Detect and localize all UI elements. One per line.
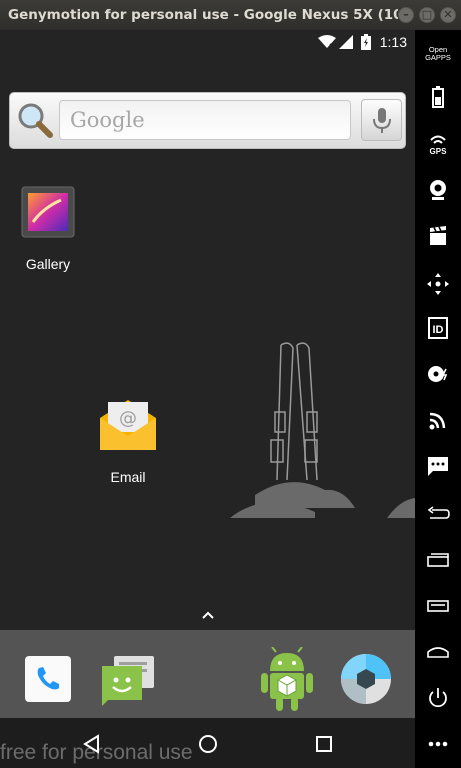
gallery-label: Gallery — [25, 256, 71, 272]
window-title: Genymotion for personal use - Google Nex… — [8, 7, 398, 23]
id-icon: ID — [428, 317, 448, 339]
toolbar-back-button[interactable] — [422, 498, 454, 530]
recents-icon[interactable] — [315, 735, 333, 753]
clock: 1:13 — [379, 34, 407, 50]
camera-shutter-icon — [341, 654, 391, 704]
svg-text:@: @ — [119, 408, 137, 429]
toolbar-home-button[interactable] — [422, 636, 454, 668]
gps-button[interactable]: GPS — [422, 128, 454, 160]
voice-search-button[interactable] — [361, 99, 402, 141]
power-button[interactable] — [422, 682, 454, 714]
dpad-button[interactable] — [422, 268, 454, 300]
more-button[interactable] — [422, 728, 454, 760]
camera-app[interactable] — [340, 653, 392, 705]
home-icon[interactable] — [198, 734, 218, 754]
phone-screen[interactable]: 1:13 Google Gallery @ Email free for per… — [0, 30, 415, 768]
clapper-icon — [430, 226, 446, 245]
android-icon — [261, 646, 313, 711]
signal-icon — [339, 35, 353, 49]
recent-apps-button[interactable] — [422, 544, 454, 576]
gallery-app[interactable] — [21, 186, 75, 240]
opengapps-button[interactable]: Open GAPPS — [422, 38, 454, 70]
search-input[interactable]: Google — [59, 100, 351, 140]
android-app[interactable] — [260, 646, 314, 711]
minimize-button[interactable]: – — [398, 7, 414, 23]
device-id-button[interactable]: ID — [422, 312, 454, 344]
sms-icon — [428, 457, 448, 476]
back-icon — [427, 506, 450, 519]
sms-button[interactable] — [422, 450, 454, 482]
wifi-icon — [318, 35, 336, 49]
id-label: ID — [433, 324, 444, 336]
email-label: Email — [110, 469, 146, 485]
mic-icon — [373, 108, 391, 133]
gps-label: GPS — [430, 147, 448, 156]
cast-icon — [429, 412, 446, 430]
webcam-button[interactable] — [422, 174, 454, 206]
webcam-icon — [430, 180, 446, 200]
window-titlebar: Genymotion for personal use - Google Nex… — [0, 0, 461, 30]
menu-button[interactable] — [422, 590, 454, 622]
magnifier-icon[interactable] — [16, 101, 54, 139]
battery-icon — [432, 86, 444, 108]
dpad-icon — [427, 273, 449, 295]
maximize-button[interactable]: □ — [419, 7, 435, 23]
gps-icon: GPS — [430, 135, 448, 156]
messenger-app[interactable] — [100, 652, 156, 708]
dock — [0, 630, 415, 718]
recent-apps-icon — [427, 553, 449, 567]
screencast-button[interactable] — [422, 220, 454, 252]
genymotion-toolbar: Open GAPPS GPS ID — [415, 30, 461, 768]
personal-use-watermark: free for personal use — [0, 741, 193, 764]
battery-charging-icon — [361, 34, 371, 50]
email-app[interactable]: @ — [99, 398, 157, 452]
messenger-icon — [102, 656, 154, 706]
battery-button[interactable] — [422, 82, 454, 114]
disk-io-button[interactable] — [422, 358, 454, 390]
app-drawer-arrow-icon[interactable] — [198, 605, 218, 625]
phone-icon — [25, 656, 71, 702]
wallpaper-skis-illustration — [230, 342, 415, 518]
phone-app[interactable] — [24, 655, 72, 703]
gallery-icon — [21, 186, 75, 238]
disk-icon — [428, 366, 448, 382]
email-icon: @ — [100, 400, 156, 450]
close-button[interactable]: ✕ — [440, 7, 456, 23]
home-icon — [427, 647, 449, 658]
power-icon — [429, 688, 447, 708]
more-icon — [428, 741, 448, 747]
cast-button[interactable] — [422, 404, 454, 436]
menu-icon — [427, 600, 449, 612]
status-bar: 1:13 — [0, 30, 415, 55]
google-search-widget[interactable]: Google — [9, 92, 406, 149]
